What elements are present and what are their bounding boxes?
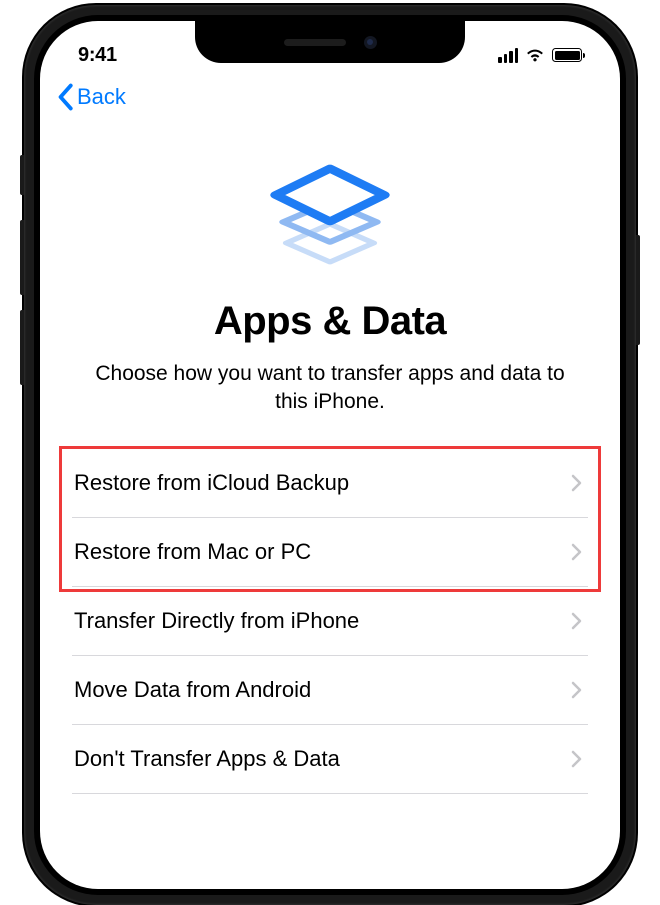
status-time: 9:41 — [78, 44, 117, 67]
chevron-right-icon — [571, 681, 582, 699]
wifi-icon — [525, 47, 545, 63]
option-move-android[interactable]: Move Data from Android — [72, 656, 588, 725]
chevron-right-icon — [571, 750, 582, 768]
chevron-left-icon — [56, 83, 74, 111]
cellular-signal-icon — [498, 48, 518, 63]
chevron-right-icon — [571, 474, 582, 492]
option-restore-mac-pc[interactable]: Restore from Mac or PC — [72, 518, 588, 587]
page-title: Apps & Data — [72, 299, 588, 344]
apps-data-icon — [265, 145, 395, 275]
status-icons — [498, 47, 582, 63]
mute-switch — [20, 155, 24, 195]
back-label: Back — [77, 84, 126, 110]
option-label: Don't Transfer Apps & Data — [74, 746, 340, 772]
option-transfer-iphone[interactable]: Transfer Directly from iPhone — [72, 587, 588, 656]
phone-bezel: 9:41 Back — [34, 15, 626, 895]
chevron-right-icon — [571, 543, 582, 561]
option-restore-icloud[interactable]: Restore from iCloud Backup — [72, 449, 588, 518]
front-camera — [364, 36, 377, 49]
chevron-right-icon — [571, 612, 582, 630]
option-dont-transfer[interactable]: Don't Transfer Apps & Data — [72, 725, 588, 794]
power-button — [636, 235, 640, 345]
phone-frame: 9:41 Back — [24, 5, 636, 905]
phone-notch — [195, 21, 465, 63]
speaker — [284, 39, 346, 46]
option-label: Move Data from Android — [74, 677, 311, 703]
volume-up-button — [20, 220, 24, 295]
battery-icon — [552, 48, 582, 62]
options-list: Restore from iCloud Backup Restore from … — [72, 449, 588, 794]
phone-screen: 9:41 Back — [40, 21, 620, 889]
volume-down-button — [20, 310, 24, 385]
option-label: Restore from Mac or PC — [74, 539, 311, 565]
content-area: Apps & Data Choose how you want to trans… — [40, 111, 620, 794]
page-subtitle: Choose how you want to transfer apps and… — [72, 360, 588, 417]
back-button[interactable]: Back — [40, 71, 142, 111]
option-label: Transfer Directly from iPhone — [74, 608, 359, 634]
option-label: Restore from iCloud Backup — [74, 470, 349, 496]
